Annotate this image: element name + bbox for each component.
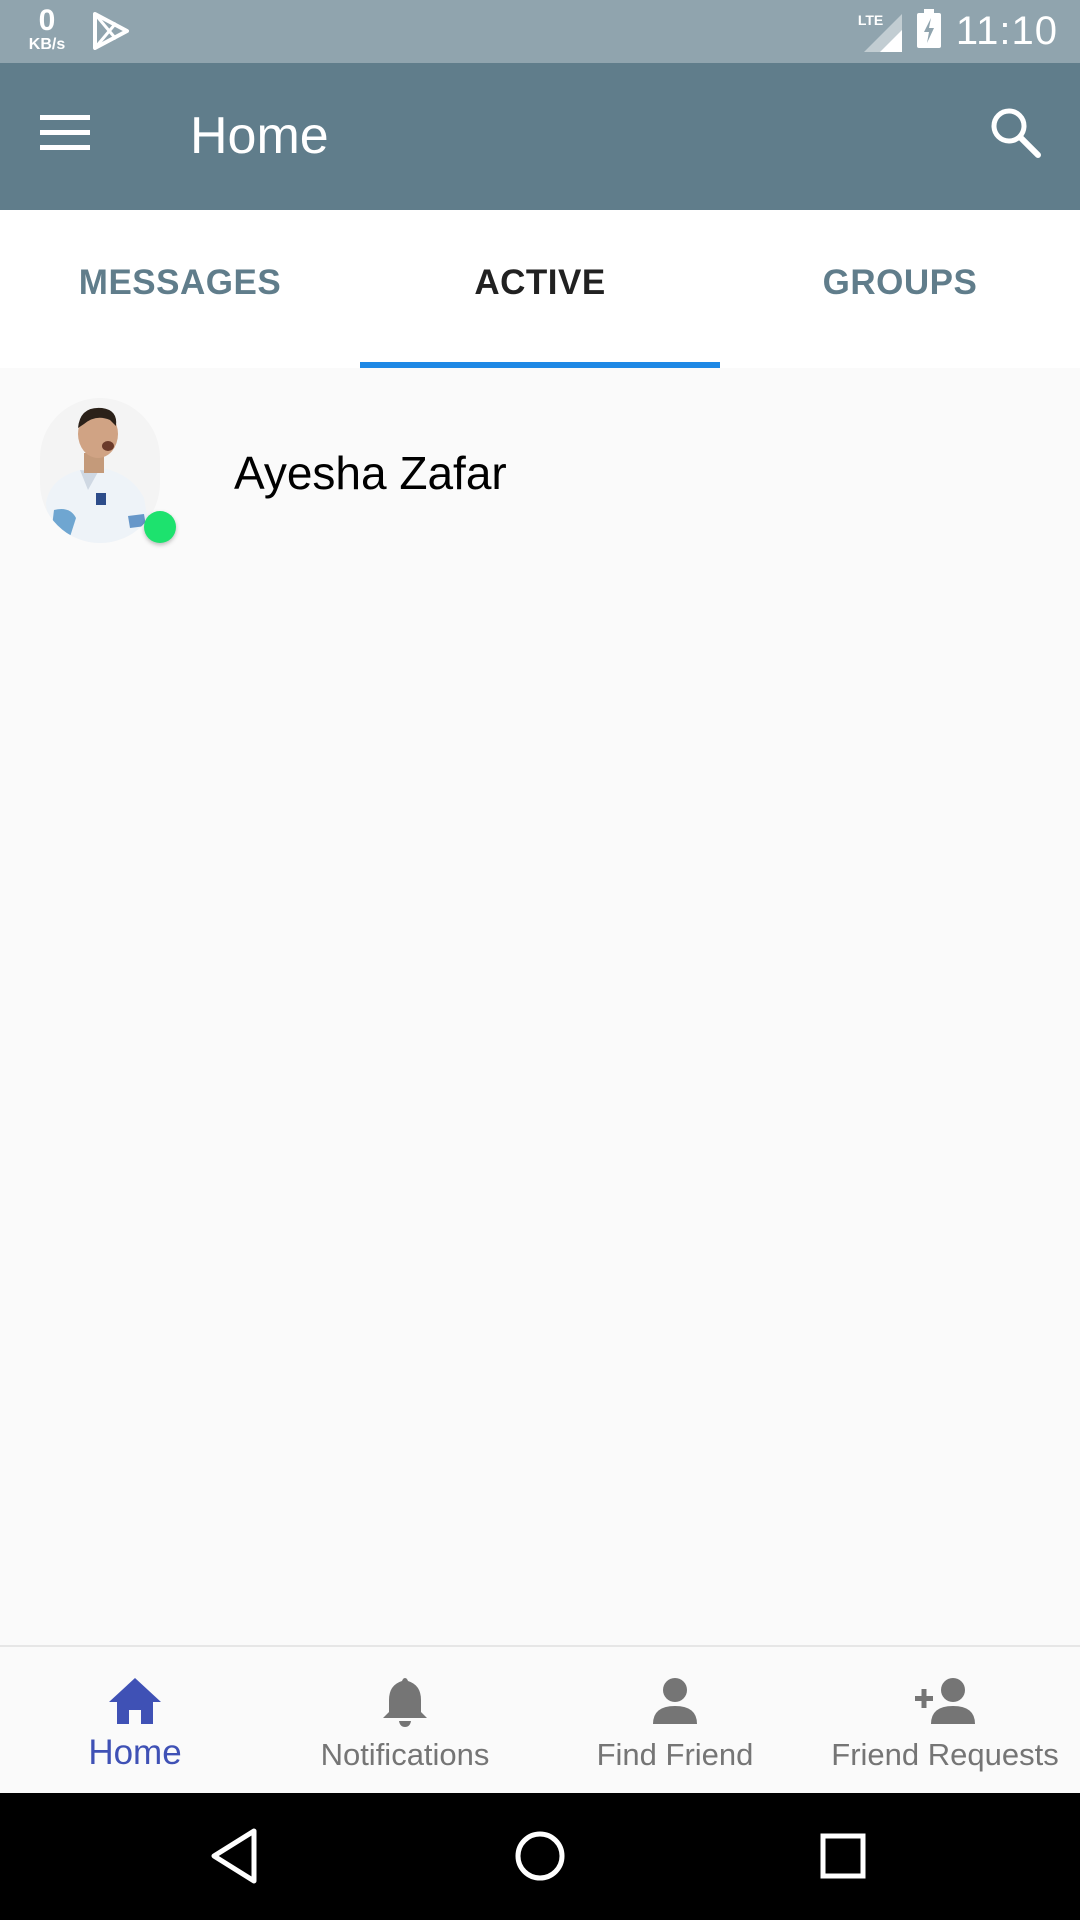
- search-icon[interactable]: [988, 105, 1052, 169]
- nav-friend-requests-label: Friend Requests: [831, 1737, 1059, 1772]
- nav-notifications[interactable]: Notifications: [270, 1647, 540, 1795]
- online-status-indicator: [144, 511, 176, 543]
- clock: 11:10: [955, 9, 1058, 53]
- play-store-icon: [92, 12, 130, 55]
- list-item[interactable]: Ayesha Zafar: [0, 368, 1080, 568]
- network-speed-unit: KB/s: [28, 36, 66, 53]
- battery-charging-icon: [916, 9, 942, 54]
- page-title: Home: [190, 107, 329, 165]
- user-name: Ayesha Zafar: [234, 447, 507, 499]
- system-navigation-bar: [0, 1793, 1080, 1920]
- nav-find-friend-label: Find Friend: [596, 1737, 754, 1772]
- nav-home[interactable]: Home: [0, 1647, 270, 1795]
- tab-messages[interactable]: MESSAGES: [0, 210, 360, 368]
- menu-icon[interactable]: [40, 113, 104, 161]
- tab-groups[interactable]: GROUPS: [720, 210, 1080, 368]
- recents-icon[interactable]: [808, 1821, 878, 1891]
- home-icon: [107, 1673, 163, 1729]
- nav-friend-requests[interactable]: Friend Requests: [810, 1647, 1080, 1795]
- bottom-navigation: Home Notifications Find Friend Friend Re…: [0, 1645, 1080, 1795]
- app-bar: Home: [0, 63, 1080, 210]
- tab-bar: MESSAGES ACTIVE GROUPS: [0, 210, 1080, 368]
- back-icon[interactable]: [200, 1821, 270, 1891]
- nav-notifications-label: Notifications: [320, 1737, 490, 1772]
- avatar: [40, 398, 160, 543]
- nav-find-friend[interactable]: Find Friend: [540, 1647, 810, 1795]
- status-bar: 0 KB/s LTE 11:10: [0, 0, 1080, 63]
- person-add-icon: [913, 1673, 977, 1729]
- active-users-list: Ayesha Zafar: [0, 368, 1080, 568]
- person-icon: [651, 1673, 699, 1729]
- nav-home-label: Home: [88, 1733, 182, 1772]
- tab-active[interactable]: ACTIVE: [360, 210, 720, 368]
- bell-icon: [381, 1673, 429, 1729]
- home-circle-icon[interactable]: [505, 1821, 575, 1891]
- network-speed-value: 0: [38, 4, 56, 37]
- network-speed: 0 KB/s: [22, 6, 72, 53]
- lte-signal-icon: LTE: [858, 12, 902, 52]
